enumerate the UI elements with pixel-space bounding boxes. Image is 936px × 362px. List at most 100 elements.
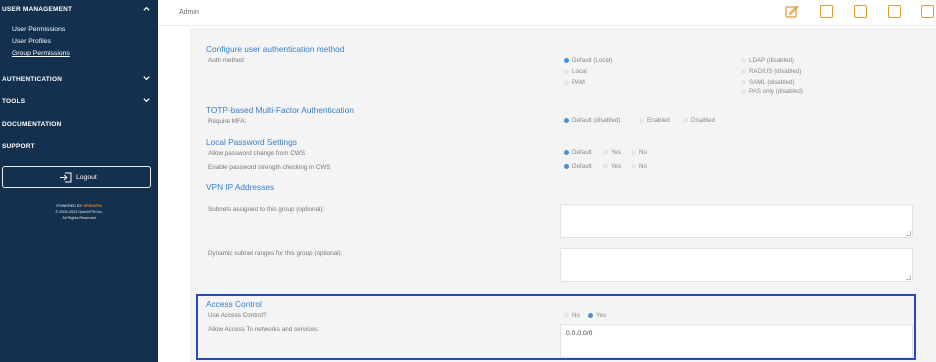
radio-label: Default — [572, 149, 592, 156]
openvpn-logo: OPENVPN — [83, 204, 102, 208]
radio-local[interactable]: Local — [564, 68, 587, 75]
radio-dot — [603, 149, 608, 155]
use-access-control-label: Use Access Control? — [208, 312, 267, 319]
radio-access-yes[interactable]: Yes — [588, 312, 606, 319]
radio-dot — [564, 57, 569, 63]
chevron-down-icon — [143, 98, 150, 103]
allow-access-label: Allow Access To networks and services: — [208, 326, 319, 333]
radio-mfa-disabled[interactable]: Disabled — [683, 117, 715, 124]
sidebar-section-tools[interactable]: TOOLS — [0, 95, 158, 109]
sidebar-item-group-permissions[interactable]: Group Permissions — [12, 50, 70, 57]
toolbar-checkbox-3[interactable] — [888, 5, 901, 18]
mfa-title: TOTP-based Multi-Factor Authentication — [206, 105, 354, 115]
resize-grip-icon[interactable] — [906, 275, 911, 280]
radio-label: Default — [572, 163, 592, 170]
radio-label: LDAP (disabled) — [749, 57, 794, 64]
radio-label: Local — [572, 68, 587, 75]
sidebar-section-support[interactable]: SUPPORT — [0, 140, 158, 154]
auth-method-title: Configure user authentication method — [206, 44, 345, 54]
chevron-down-icon — [143, 76, 150, 81]
radio-label: Yes — [596, 312, 607, 319]
radio-dot — [564, 163, 569, 169]
toolbar-checkbox-2[interactable] — [854, 5, 867, 18]
radio-label: Default (disabled) — [572, 117, 621, 124]
logout-button[interactable]: Logout — [2, 166, 151, 188]
radio-dot — [564, 68, 569, 74]
radio-dot — [741, 57, 746, 63]
sidebar-section-authentication[interactable]: AUTHENTICATION — [0, 73, 158, 87]
mfa-label: Require MFA: — [208, 118, 247, 125]
radio-mfa-enabled[interactable]: Enabled — [639, 117, 670, 124]
rights-text: All Rights Reserved — [62, 216, 96, 220]
radio-label: Yes — [611, 149, 622, 156]
radio-pam[interactable]: PAM — [564, 79, 585, 86]
password-settings-title: Local Password Settings — [206, 137, 297, 147]
access-control-title: Access Control — [206, 299, 262, 309]
allow-access-value: 0.0.0.0/0 — [566, 330, 593, 337]
radio-dot — [639, 117, 644, 123]
dynamic-subnet-label: Dynamic subnet ranges for this group (op… — [208, 250, 343, 257]
password-strength-label: Enable password strength checking in CWS — [208, 164, 331, 171]
resize-grip-icon[interactable] — [906, 231, 911, 236]
radio-radius[interactable]: RADIUS (disabled) — [741, 68, 801, 75]
sidebar-section-label: USER MANAGEMENT — [2, 6, 73, 13]
radio-label: SAML (disabled) — [749, 79, 795, 86]
toolbar-checkbox-4[interactable] — [921, 5, 934, 18]
radio-label: Enabled — [647, 117, 670, 124]
radio-pwchange-no[interactable]: No — [631, 149, 647, 156]
radio-label: Disabled — [691, 117, 716, 124]
radio-access-no[interactable]: No — [564, 312, 580, 319]
sidebar-item-user-permissions[interactable]: User Permissions — [12, 26, 65, 33]
chevron-up-icon — [143, 6, 150, 11]
sidebar-section-label: AUTHENTICATION — [2, 76, 63, 83]
logout-label: Logout — [76, 174, 97, 181]
radio-label: No — [639, 163, 647, 170]
edit-icon[interactable] — [785, 4, 799, 18]
top-bar: Admin — [158, 0, 936, 26]
toolbar-checkbox-1[interactable] — [820, 5, 833, 18]
radio-dot — [741, 79, 746, 85]
radio-dot — [631, 149, 636, 155]
radio-pwchange-yes[interactable]: Yes — [603, 149, 621, 156]
auth-method-label: Auth method — [208, 57, 244, 64]
sidebar-section-label: SUPPORT — [2, 143, 35, 150]
breadcrumb[interactable]: Admin — [179, 9, 199, 16]
sidebar-section-label: TOOLS — [2, 98, 26, 105]
radio-dot — [588, 312, 593, 318]
radio-pwstrength-no[interactable]: No — [631, 163, 647, 170]
radio-dot — [603, 163, 608, 169]
allow-access-input[interactable]: 0.0.0.0/0 — [560, 324, 913, 358]
dynamic-subnet-textarea[interactable] — [560, 248, 913, 282]
radio-pas-only[interactable]: PAS only (disabled) — [741, 88, 803, 95]
sidebar-section-documentation[interactable]: DOCUMENTATION — [0, 118, 158, 132]
powered-by-footer: POWERED BY OPENVPN © 2009-2023 OpenVPN I… — [0, 203, 158, 221]
radio-saml[interactable]: SAML (disabled) — [741, 79, 795, 86]
radio-pwchange-default[interactable]: Default — [564, 149, 592, 156]
subnets-textarea[interactable] — [560, 204, 913, 238]
radio-label: No — [639, 149, 647, 156]
radio-default-local[interactable]: Default (Local) — [564, 57, 612, 64]
radio-pwstrength-default[interactable]: Default — [564, 163, 592, 170]
sidebar-section-label: DOCUMENTATION — [2, 121, 62, 128]
radio-dot — [683, 117, 688, 123]
radio-label: RADIUS (disabled) — [749, 68, 802, 75]
radio-pwstrength-yes[interactable]: Yes — [603, 163, 621, 170]
radio-dot — [564, 117, 569, 123]
sidebar-section-user-management[interactable]: USER MANAGEMENT — [0, 3, 158, 17]
radio-label: PAM — [572, 79, 585, 86]
radio-dot — [564, 149, 569, 155]
radio-label: Default (Local) — [572, 57, 613, 64]
radio-dot — [741, 68, 746, 74]
radio-label: Yes — [611, 163, 622, 170]
sidebar-item-user-profiles[interactable]: User Profiles — [12, 38, 51, 45]
password-change-label: Allow password change from CWS — [208, 150, 305, 157]
powered-by-label: POWERED BY — [56, 204, 83, 208]
radio-dot — [741, 88, 746, 94]
radio-dot — [631, 163, 636, 169]
radio-label: No — [572, 312, 580, 319]
radio-label: PAS only (disabled) — [749, 88, 803, 95]
subnets-label: Subnets assigned to this group (optional… — [208, 206, 325, 213]
logout-icon — [60, 172, 72, 183]
radio-ldap[interactable]: LDAP (disabled) — [741, 57, 794, 64]
radio-mfa-default[interactable]: Default (disabled) — [564, 117, 621, 124]
